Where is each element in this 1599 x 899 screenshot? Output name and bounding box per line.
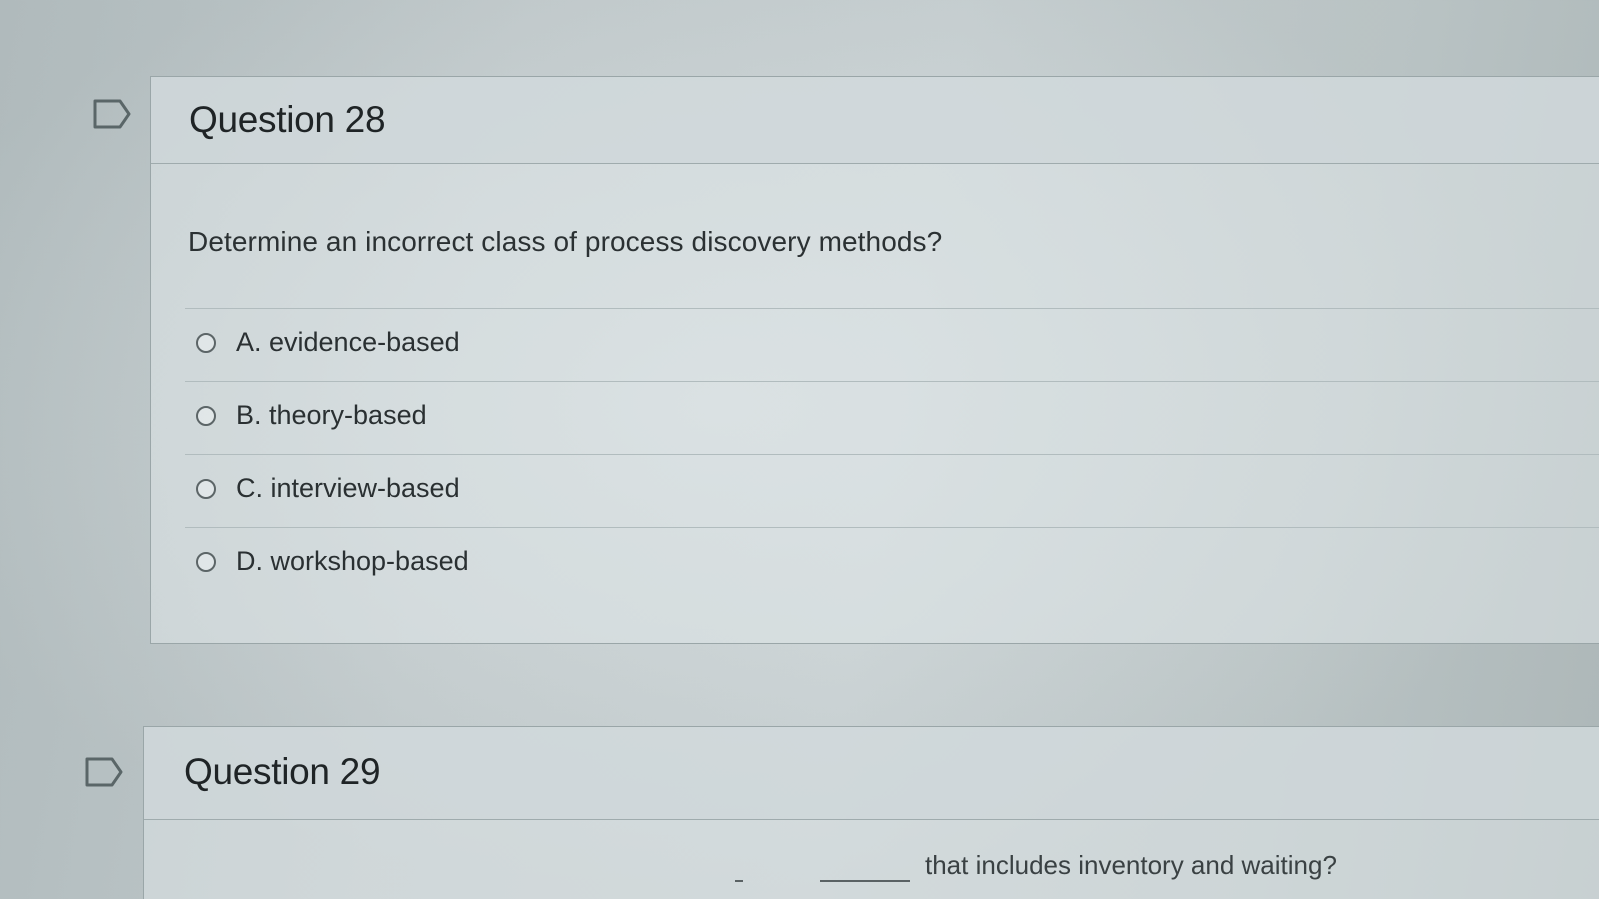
option-label: C. interview-based	[236, 473, 460, 503]
question-29-card: Question 29	[143, 726, 1599, 899]
question-text-partial: that includes inventory and waiting?	[925, 850, 1337, 880]
radio-button-b[interactable]	[196, 406, 216, 426]
question-28-card: Question 28 Determine an incorrect class…	[150, 76, 1599, 644]
question-header: Question 29	[144, 727, 1599, 820]
flag-question-icon[interactable]	[84, 756, 124, 788]
option-label: A. evidence-based	[236, 327, 460, 357]
radio-button-d[interactable]	[196, 552, 216, 572]
question-text: Determine an incorrect class of process …	[188, 226, 943, 257]
question-text-fragment	[735, 880, 743, 882]
option-b[interactable]: B. theory-based	[185, 382, 1599, 455]
question-title: Question 28	[189, 99, 386, 140]
option-c[interactable]: C. interview-based	[185, 455, 1599, 528]
option-d[interactable]: D. workshop-based	[185, 528, 1599, 600]
answer-options: A. evidence-based B. theory-based C. int…	[185, 308, 1599, 600]
option-a[interactable]: A. evidence-based	[185, 309, 1599, 382]
option-label: D. workshop-based	[236, 546, 469, 576]
question-header: Question 28	[151, 77, 1599, 164]
question-text-fragment	[820, 880, 910, 882]
flag-question-icon[interactable]	[92, 98, 132, 130]
question-title: Question 29	[184, 751, 381, 792]
radio-button-a[interactable]	[196, 333, 216, 353]
option-label: B. theory-based	[236, 400, 427, 430]
radio-button-c[interactable]	[196, 479, 216, 499]
